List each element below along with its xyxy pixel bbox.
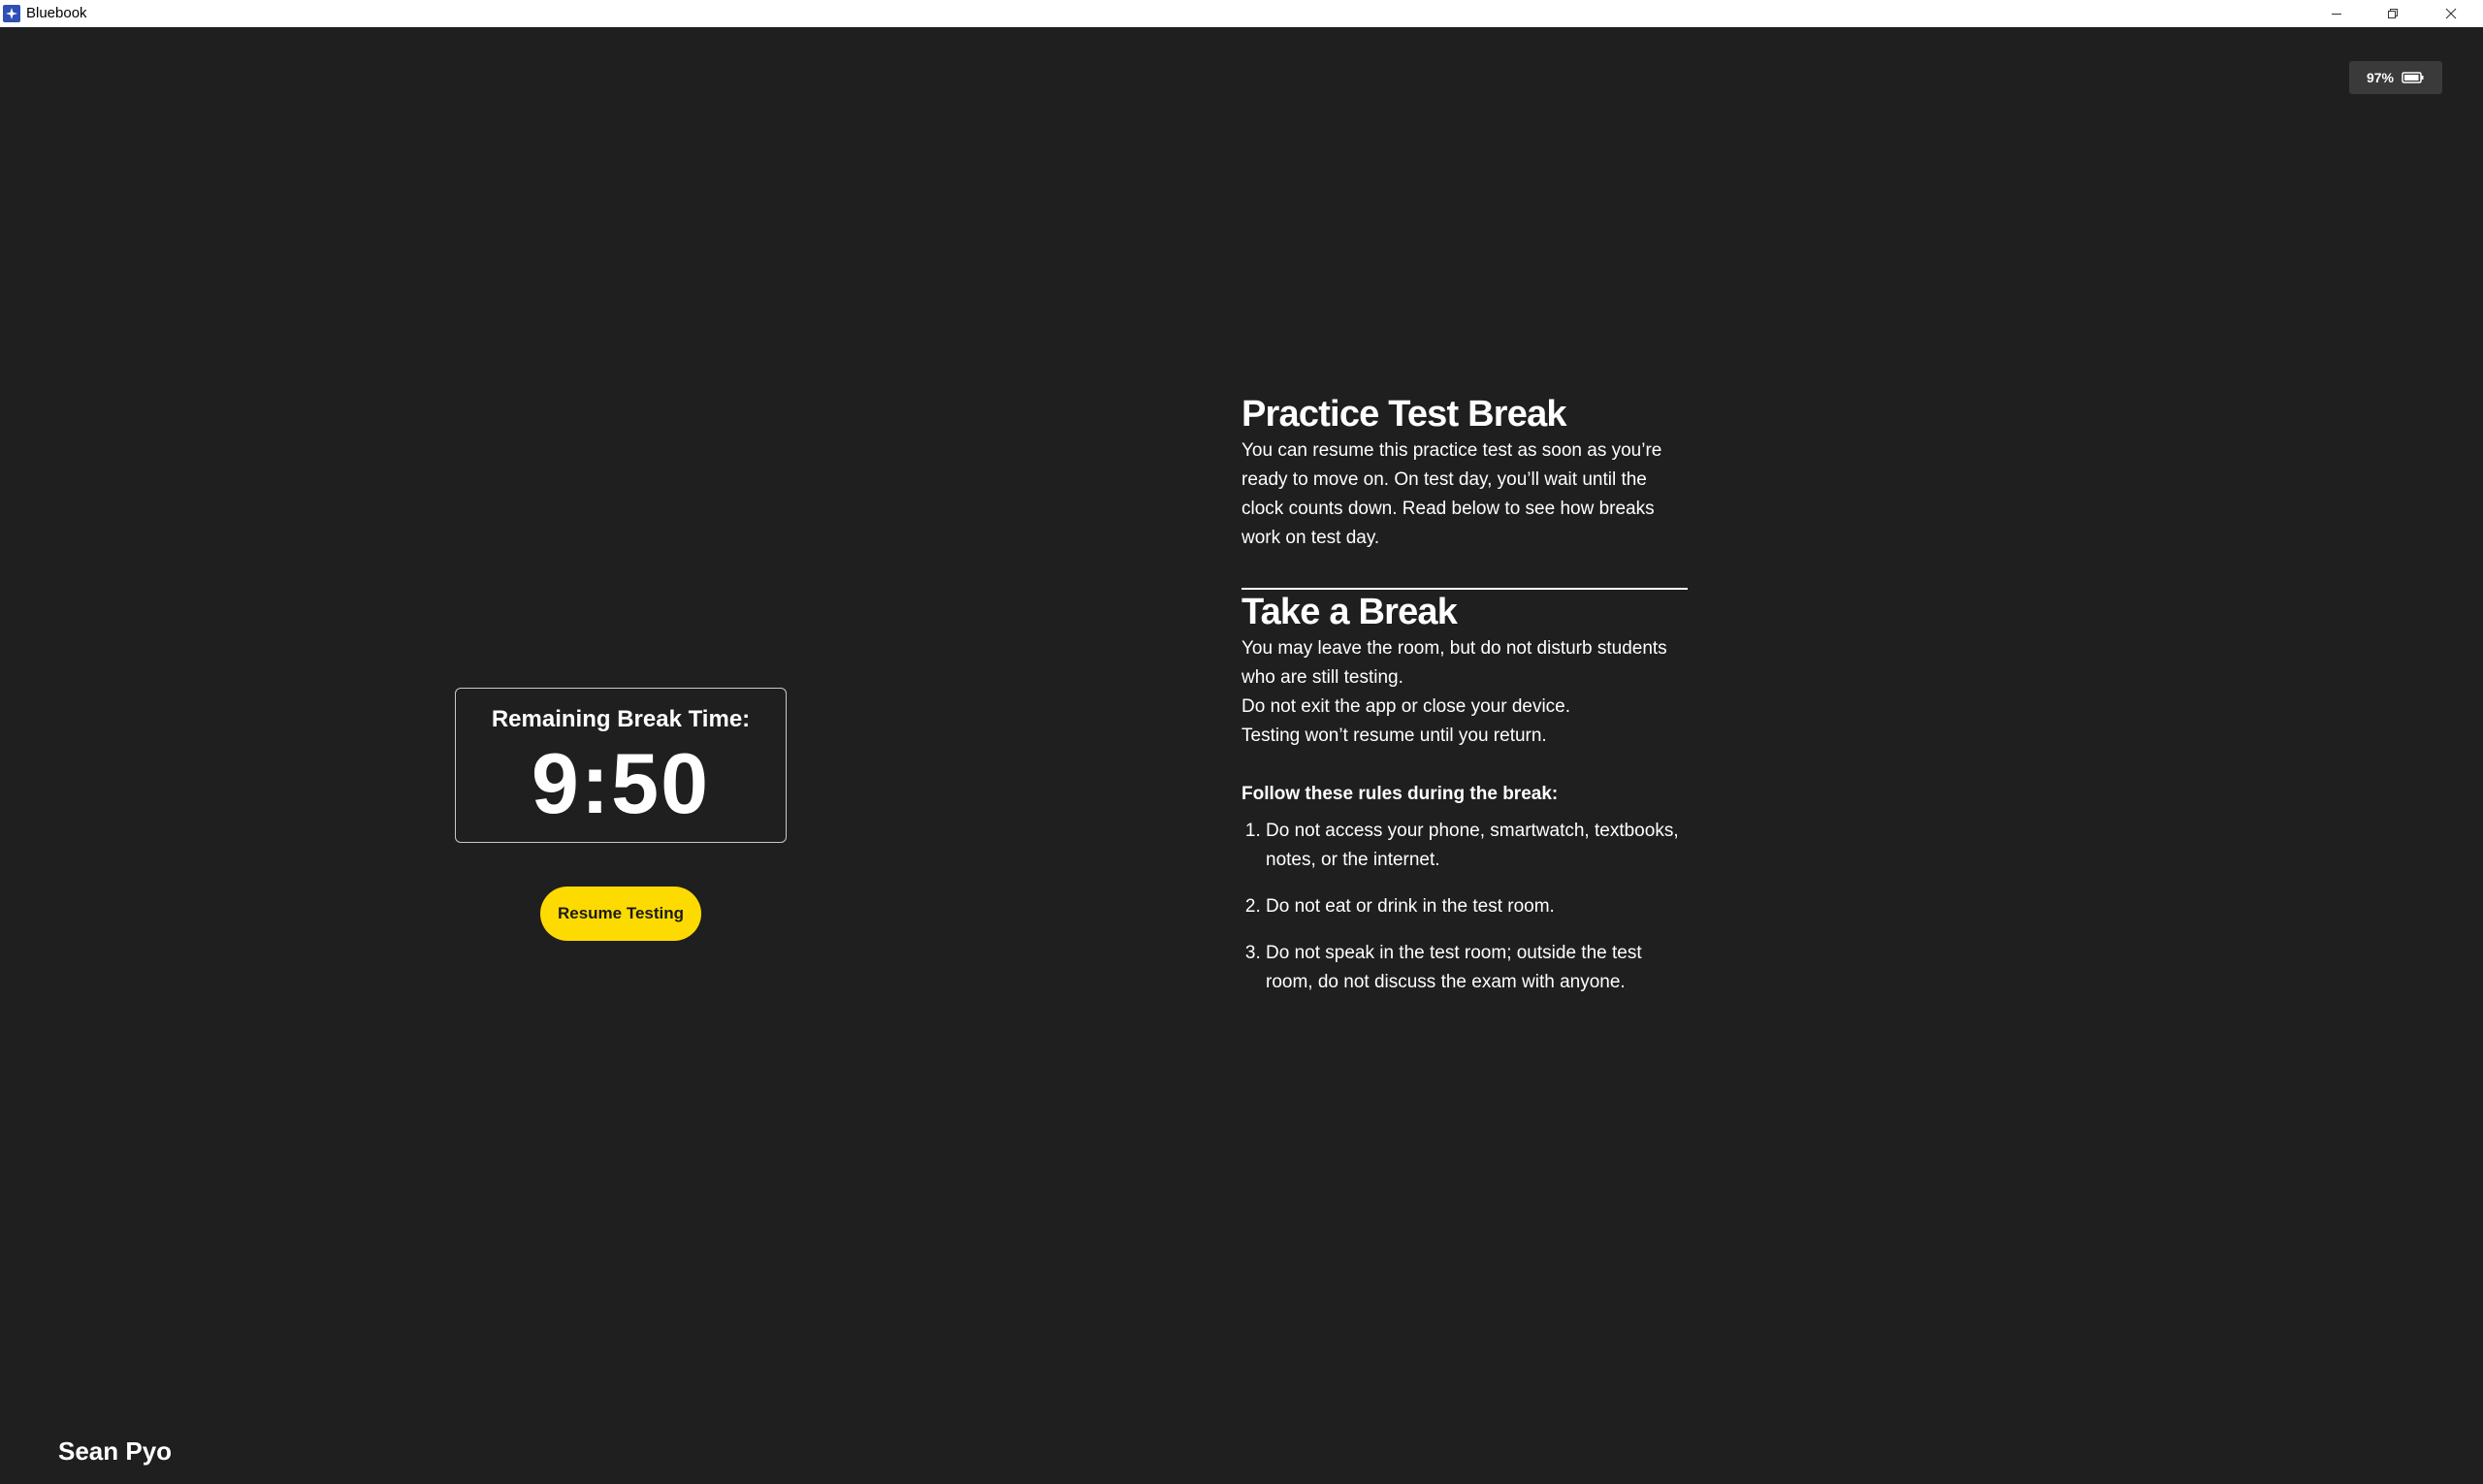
break-info-panel: Practice Test Break You can resume this … <box>1242 392 1688 1015</box>
rules-heading: Follow these rules during the break: <box>1242 784 1559 804</box>
break-paragraph: Do not exit the app or close your device… <box>1242 696 1571 717</box>
battery-indicator: 97% <box>2349 61 2442 94</box>
minimize-icon <box>2332 14 2341 15</box>
practice-break-body: You can resume this practice test as soo… <box>1242 440 1662 548</box>
practice-break-title: Practice Test Break <box>1242 394 1567 435</box>
rule-item: Do not speak in the test room; outside t… <box>1266 939 1688 997</box>
bluebook-logo-icon <box>3 5 20 22</box>
rules-list: Do not access your phone, smartwatch, te… <box>1242 817 1688 997</box>
break-paragraph: Testing won’t resume until you return. <box>1242 726 1547 746</box>
window-title: Bluebook <box>26 5 87 21</box>
restore-icon <box>2388 9 2398 18</box>
break-paragraph: You may leave the room, but do not distu… <box>1242 638 1667 688</box>
battery-level: 97% <box>2366 70 2395 85</box>
close-button[interactable] <box>2423 0 2479 27</box>
student-name: Sean Pyo <box>58 1436 173 1466</box>
break-timer: Remaining Break Time: 9:50 <box>455 688 787 843</box>
rule-item: Do not access your phone, smartwatch, te… <box>1266 817 1688 875</box>
timer-countdown: 9:50 <box>531 735 711 831</box>
restore-button[interactable] <box>2365 0 2421 27</box>
battery-icon <box>2402 72 2424 83</box>
timer-label: Remaining Break Time: <box>491 706 751 732</box>
rule-item: Do not eat or drink in the test room. <box>1266 892 1688 921</box>
minimize-button[interactable] <box>2308 0 2365 27</box>
close-icon <box>2445 8 2457 19</box>
resume-testing-button[interactable]: Resume Testing <box>540 887 701 941</box>
window-titlebar: Bluebook <box>0 0 2483 27</box>
take-break-title: Take a Break <box>1242 592 1458 632</box>
